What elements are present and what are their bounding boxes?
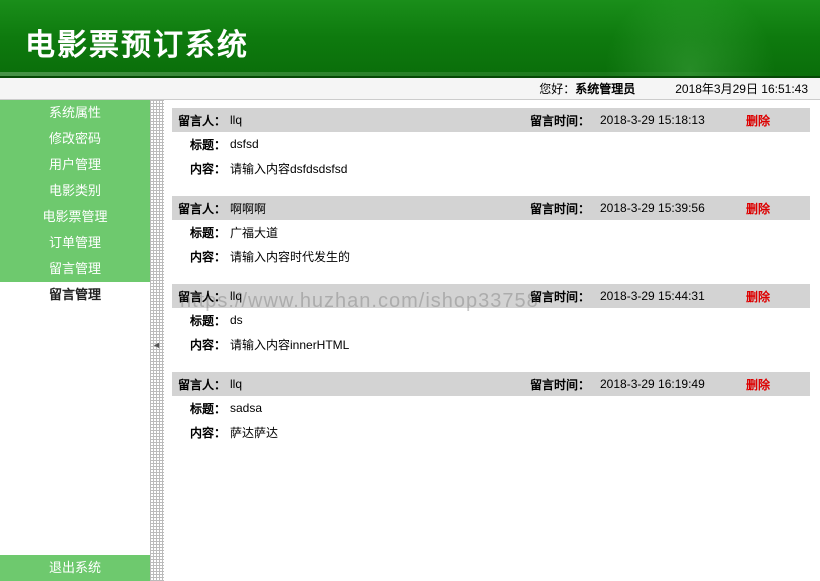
nav-menu: 系统属性修改密码用户管理电影类别电影票管理订单管理留言管理留言管理 bbox=[0, 100, 150, 308]
message-content-row: 内容：请输入内容innerHTML bbox=[172, 332, 810, 356]
content-label: 内容： bbox=[172, 424, 230, 441]
nav-item-4[interactable]: 电影票管理 bbox=[0, 204, 150, 230]
title-value: sadsa bbox=[230, 401, 810, 415]
message-header: 留言人：llq留言时间：2018-3-29 16:19:49 删除 bbox=[172, 372, 810, 396]
author-value: llq bbox=[230, 289, 530, 303]
title-value: 广福大道 bbox=[230, 224, 810, 241]
message-header: 留言人：啊啊啊留言时间：2018-3-29 15:39:56 删除 bbox=[172, 196, 810, 220]
title-value: ds bbox=[230, 313, 810, 327]
sidebar-splitter[interactable] bbox=[150, 100, 164, 581]
sidebar: 系统属性修改密码用户管理电影类别电影票管理订单管理留言管理留言管理 退出系统 bbox=[0, 100, 150, 581]
message-title-row: 标题：sadsa bbox=[172, 396, 810, 420]
logout-button[interactable]: 退出系统 bbox=[0, 555, 150, 581]
title-label: 标题： bbox=[172, 400, 230, 417]
author-value: 啊啊啊 bbox=[230, 200, 530, 217]
nav-item-3[interactable]: 电影类别 bbox=[0, 178, 150, 204]
content-value: 请输入内容dsfdsdsfsd bbox=[230, 160, 810, 177]
message-header: 留言人：llq留言时间：2018-3-29 15:44:31 删除 bbox=[172, 284, 810, 308]
message-content-row: 内容：萨达萨达 bbox=[172, 420, 810, 444]
message-item: 留言人：llq留言时间：2018-3-29 15:44:31删除标题：ds内容：… bbox=[172, 284, 810, 356]
author-label: 留言人： bbox=[172, 200, 230, 217]
current-user: 系统管理员 bbox=[575, 82, 635, 96]
nav-item-2[interactable]: 用户管理 bbox=[0, 152, 150, 178]
title-label: 标题： bbox=[172, 224, 230, 241]
content-label: 内容： bbox=[172, 248, 230, 265]
time-label: 留言时间： bbox=[530, 200, 600, 217]
author-label: 留言人： bbox=[172, 112, 230, 129]
time-label: 留言时间： bbox=[530, 376, 600, 393]
message-content-row: 内容：请输入内容时代发生的 bbox=[172, 244, 810, 268]
delete-button[interactable]: 删除 bbox=[746, 112, 770, 129]
content-value: 请输入内容innerHTML bbox=[230, 336, 810, 353]
content-area: 留言人：llq留言时间：2018-3-29 15:18:13删除标题：dsfsd… bbox=[164, 100, 820, 581]
nav-item-7[interactable]: 留言管理 bbox=[0, 282, 150, 308]
title-label: 标题： bbox=[172, 136, 230, 153]
top-info-bar: 您好：系统管理员 2018年3月29日 16:51:43 bbox=[0, 78, 820, 100]
author-label: 留言人： bbox=[172, 376, 230, 393]
author-label: 留言人： bbox=[172, 288, 230, 305]
message-item: 留言人：啊啊啊留言时间：2018-3-29 15:39:56删除标题：广福大道内… bbox=[172, 196, 810, 268]
message-content-row: 内容：请输入内容dsfdsdsfsd bbox=[172, 156, 810, 180]
author-value: llq bbox=[230, 113, 530, 127]
message-title-row: 标题：dsfsd bbox=[172, 132, 810, 156]
time-value: 2018-3-29 15:18:13 bbox=[600, 113, 740, 127]
delete-button[interactable]: 删除 bbox=[746, 376, 770, 393]
nav-item-5[interactable]: 订单管理 bbox=[0, 230, 150, 256]
app-header: 电影票预订系统 bbox=[0, 0, 820, 78]
time-value: 2018-3-29 15:39:56 bbox=[600, 201, 740, 215]
delete-button[interactable]: 删除 bbox=[746, 200, 770, 217]
message-title-row: 标题：ds bbox=[172, 308, 810, 332]
message-item: 留言人：llq留言时间：2018-3-29 15:18:13 删除标题：dsfsd… bbox=[172, 108, 810, 180]
content-value: 萨达萨达 bbox=[230, 424, 810, 441]
app-title: 电影票预订系统 bbox=[0, 0, 820, 64]
greeting: 您好：系统管理员 bbox=[539, 80, 635, 97]
delete-button[interactable]: 删除 bbox=[746, 288, 770, 305]
content-label: 内容： bbox=[172, 336, 230, 353]
nav-item-6[interactable]: 留言管理 bbox=[0, 256, 150, 282]
nav-item-0[interactable]: 系统属性 bbox=[0, 100, 150, 126]
title-label: 标题： bbox=[172, 312, 230, 329]
message-title-row: 标题：广福大道 bbox=[172, 220, 810, 244]
message-header: 留言人：llq留言时间：2018-3-29 15:18:13 删除 bbox=[172, 108, 810, 132]
content-value: 请输入内容时代发生的 bbox=[230, 248, 810, 265]
nav-item-1[interactable]: 修改密码 bbox=[0, 126, 150, 152]
message-item: 留言人：llq留言时间：2018-3-29 16:19:49 删除标题：sadsa… bbox=[172, 372, 810, 444]
content-label: 内容： bbox=[172, 160, 230, 177]
author-value: llq bbox=[230, 377, 530, 391]
title-value: dsfsd bbox=[230, 137, 810, 151]
time-label: 留言时间： bbox=[530, 112, 600, 129]
time-value: 2018-3-29 15:44:31 bbox=[600, 289, 740, 303]
current-datetime: 2018年3月29日 16:51:43 bbox=[675, 80, 808, 97]
time-value: 2018-3-29 16:19:49 bbox=[600, 377, 740, 391]
time-label: 留言时间： bbox=[530, 288, 600, 305]
